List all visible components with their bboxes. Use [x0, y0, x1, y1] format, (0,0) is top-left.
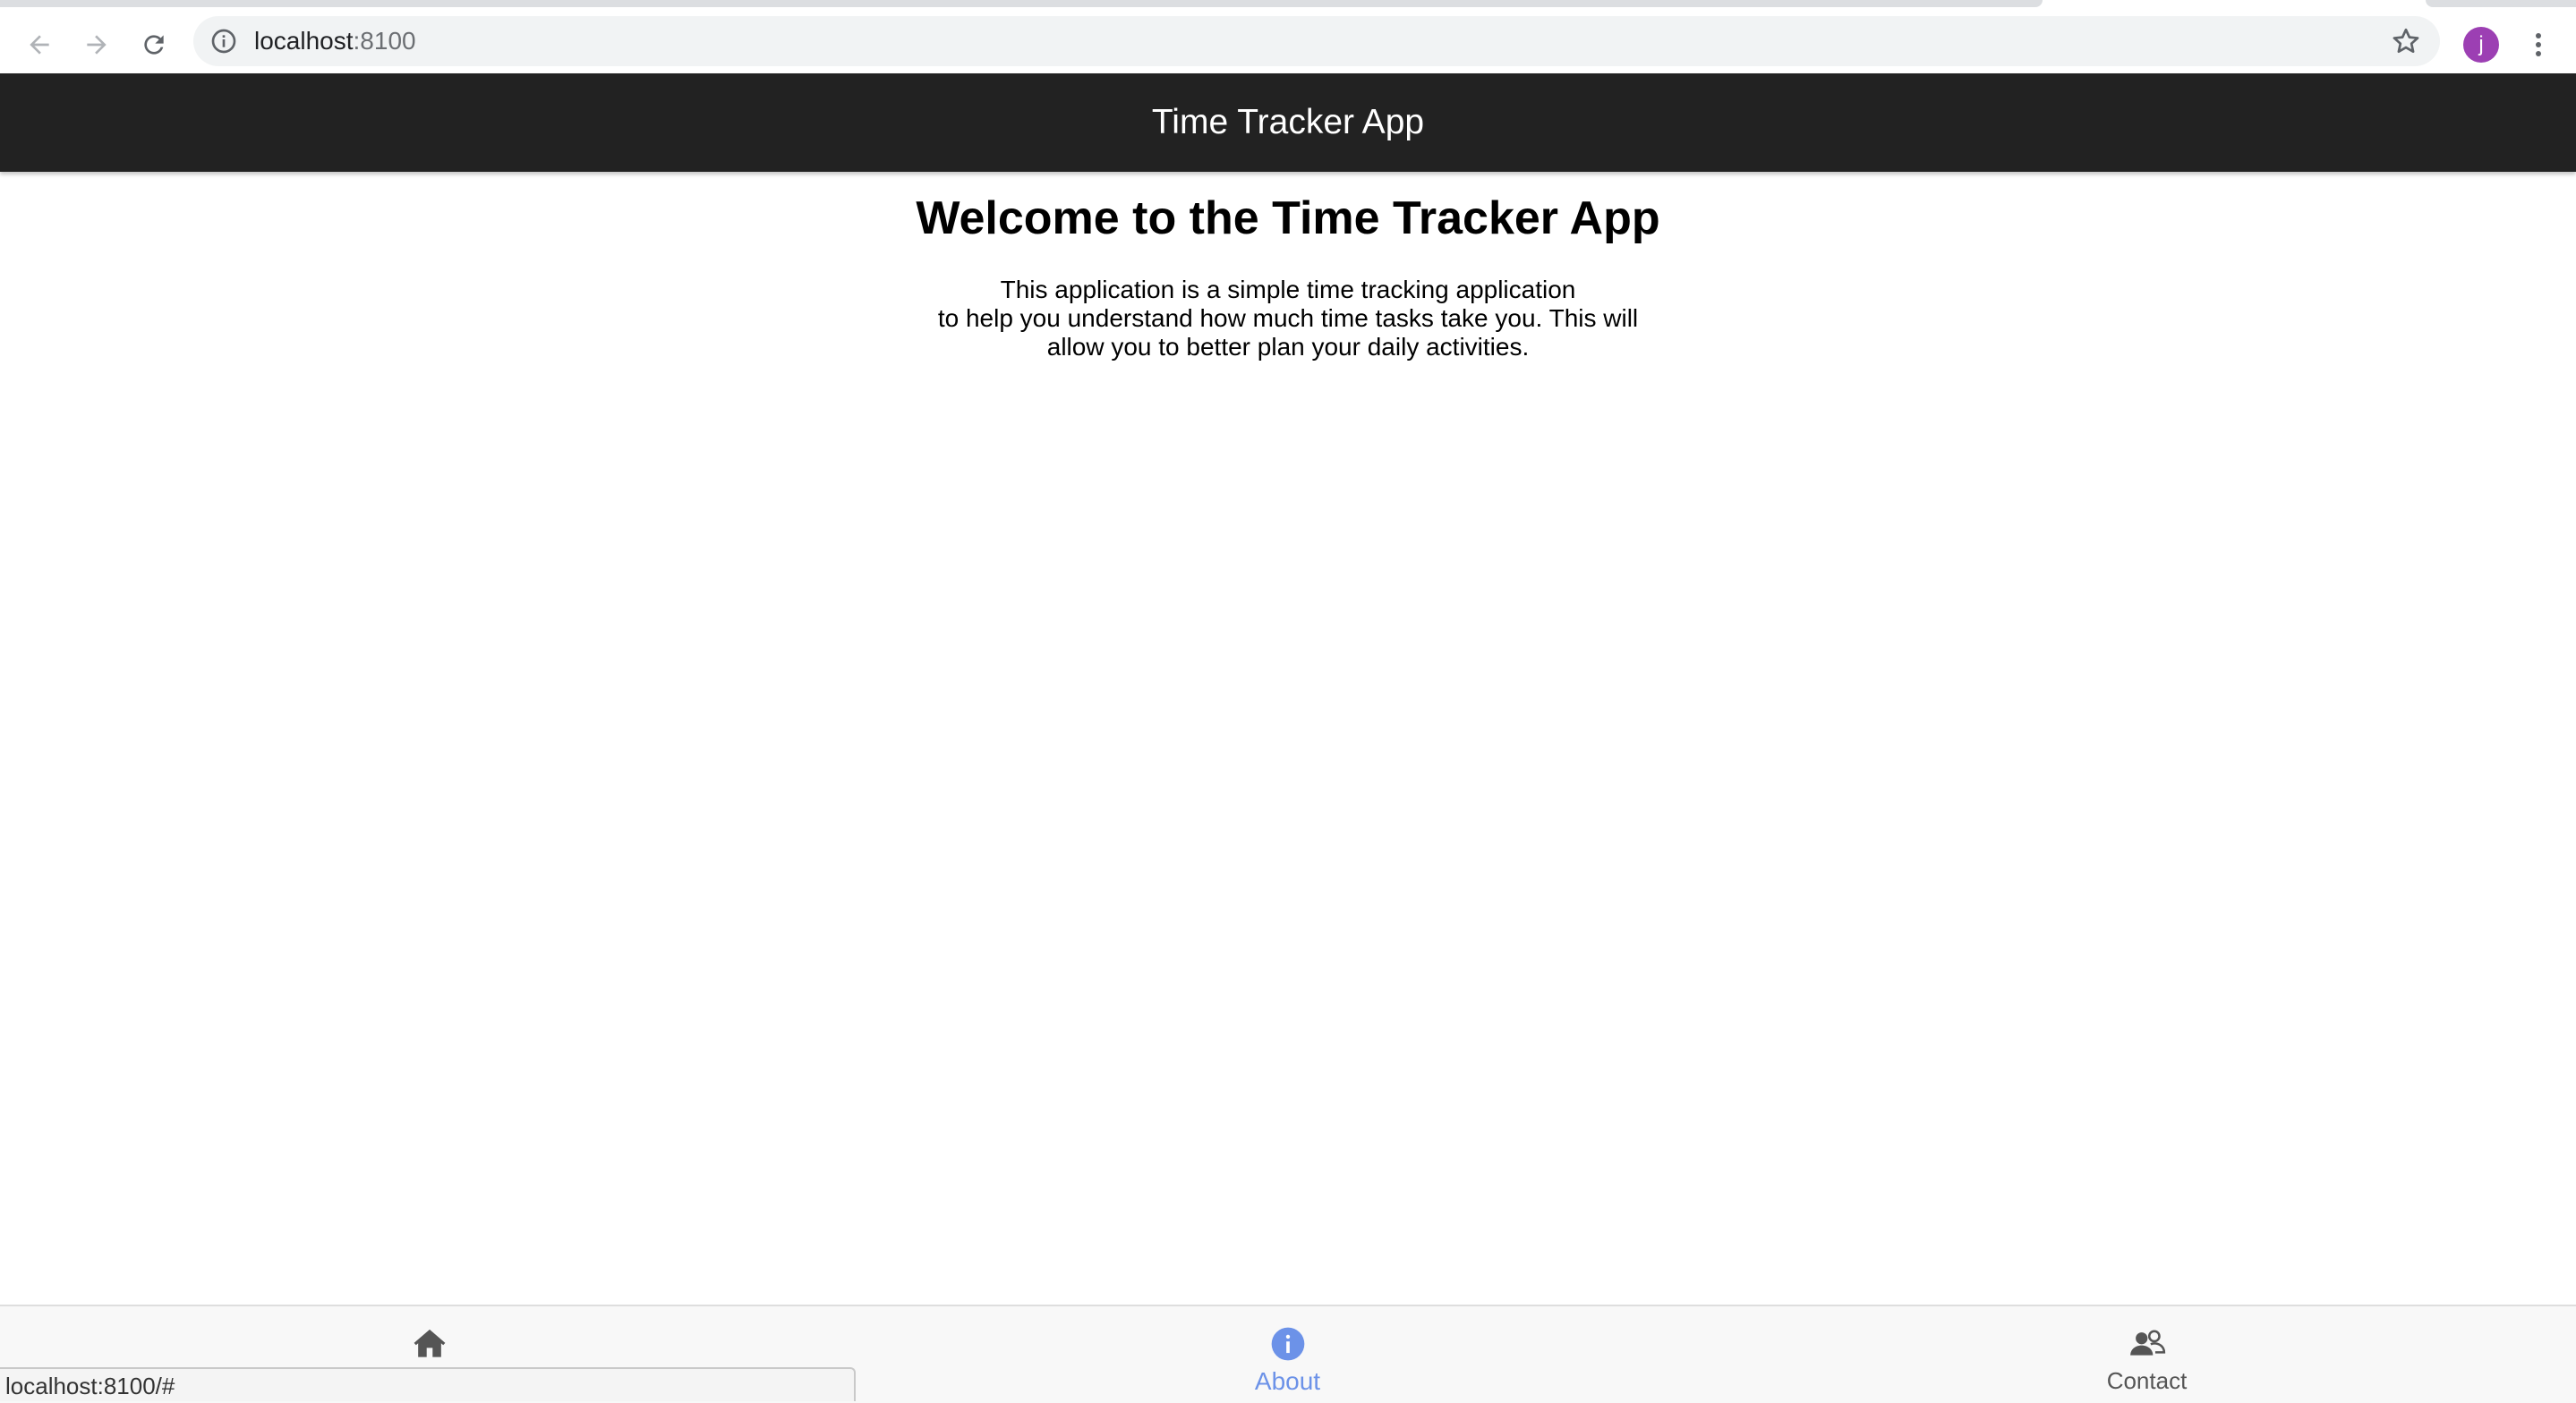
paragraph-line: to help you understand how much time tas… [937, 304, 1639, 332]
bookmark-star-icon[interactable] [2390, 25, 2422, 57]
people-icon [2129, 1330, 2165, 1356]
tab-about[interactable]: About [858, 1306, 1717, 1403]
forward-arrow-icon [87, 35, 107, 55]
tab-contact[interactable]: Contact [1718, 1306, 2576, 1403]
address-bar[interactable]: localhost:8100 [193, 16, 2440, 66]
browser-tab-background-right [2426, 0, 2576, 7]
app-header: Time Tracker App [0, 73, 2576, 172]
reload-button[interactable] [132, 23, 175, 66]
page-title: Welcome to the Time Tracker App [916, 192, 1660, 244]
tab-about-label: About [1254, 1367, 1321, 1395]
reload-icon [144, 35, 164, 55]
url-host: localhost [254, 27, 354, 55]
back-arrow-icon [30, 35, 49, 55]
browser-menu-icon[interactable] [2521, 25, 2556, 64]
browser-tabstrip [0, 0, 2576, 14]
paragraph-line: This application is a simple time tracki… [1000, 276, 1576, 303]
profile-avatar[interactable]: j [2463, 27, 2499, 63]
paragraph-line: allow you to better plan your daily acti… [1046, 333, 1530, 361]
url-text: localhost:8100 [254, 16, 416, 66]
status-url-bubble: localhost:8100/# [0, 1367, 856, 1401]
back-button[interactable] [18, 23, 61, 66]
url-port: :8100 [353, 27, 416, 55]
home-icon [414, 1329, 445, 1357]
welcome-paragraph: This application is a simple time tracki… [885, 276, 1691, 361]
browser-toolbar: localhost:8100 j [0, 14, 2576, 73]
forward-button[interactable] [75, 23, 118, 66]
information-icon [1271, 1327, 1304, 1361]
app-title: Time Tracker App [1151, 103, 1425, 141]
info-icon[interactable] [209, 27, 238, 55]
tab-contact-label: Contact [2106, 1367, 2188, 1394]
browser-tab-background [0, 0, 2043, 7]
